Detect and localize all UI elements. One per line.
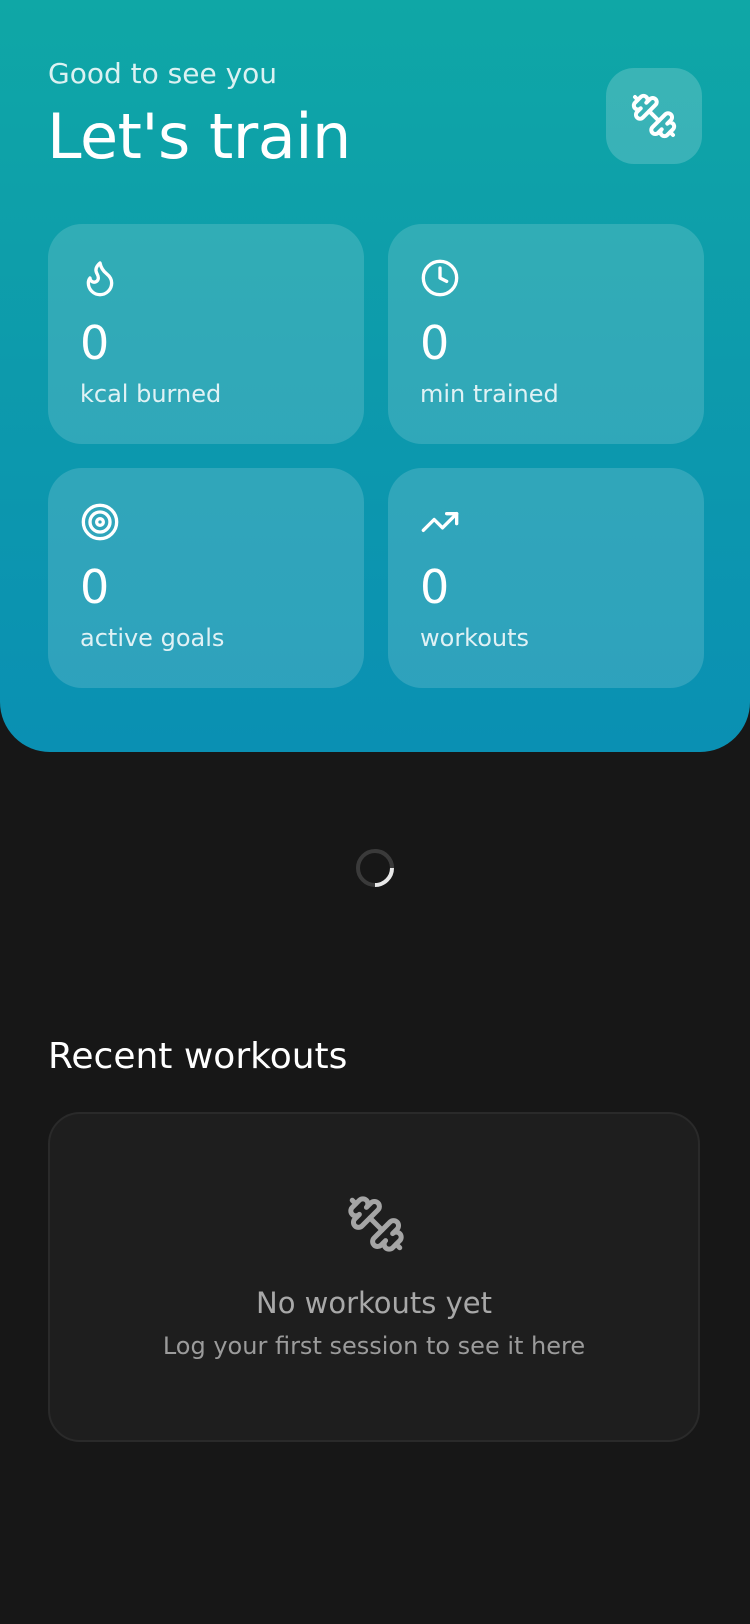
empty-state-card: No workouts yet Log your first session t…	[48, 1112, 700, 1442]
stat-card-minutes: 0 min trained	[388, 224, 704, 444]
clock-icon	[421, 259, 459, 297]
dumbbell-icon	[348, 1196, 404, 1252]
stat-value: 0	[420, 560, 450, 614]
greeting-text: Good to see you	[48, 57, 278, 90]
dumbbell-button[interactable]	[606, 68, 702, 164]
empty-state-title: No workouts yet	[256, 1286, 492, 1320]
stat-value: 0	[80, 560, 110, 614]
flame-icon	[86, 261, 114, 297]
hero-header: Good to see you Let's train 0 kcal burne…	[0, 0, 750, 752]
loading-spinner	[356, 849, 394, 887]
page-title: Let's train	[47, 100, 351, 173]
stat-label: active goals	[80, 624, 225, 652]
stat-card-kcal: 0 kcal burned	[48, 224, 364, 444]
section-title-recent: Recent workouts	[48, 1036, 348, 1077]
empty-state-subtitle: Log your first session to see it here	[162, 1332, 586, 1360]
stat-card-goals: 0 active goals	[48, 468, 364, 688]
dumbbell-icon	[631, 93, 677, 139]
trending-up-icon	[421, 511, 459, 532]
target-icon	[81, 503, 119, 541]
stat-card-workouts: 0 workouts	[388, 468, 704, 688]
stat-label: workouts	[420, 624, 530, 652]
stat-label: kcal burned	[80, 380, 222, 408]
stat-label: min trained	[420, 380, 559, 408]
stat-value: 0	[80, 316, 110, 370]
stat-value: 0	[420, 316, 450, 370]
